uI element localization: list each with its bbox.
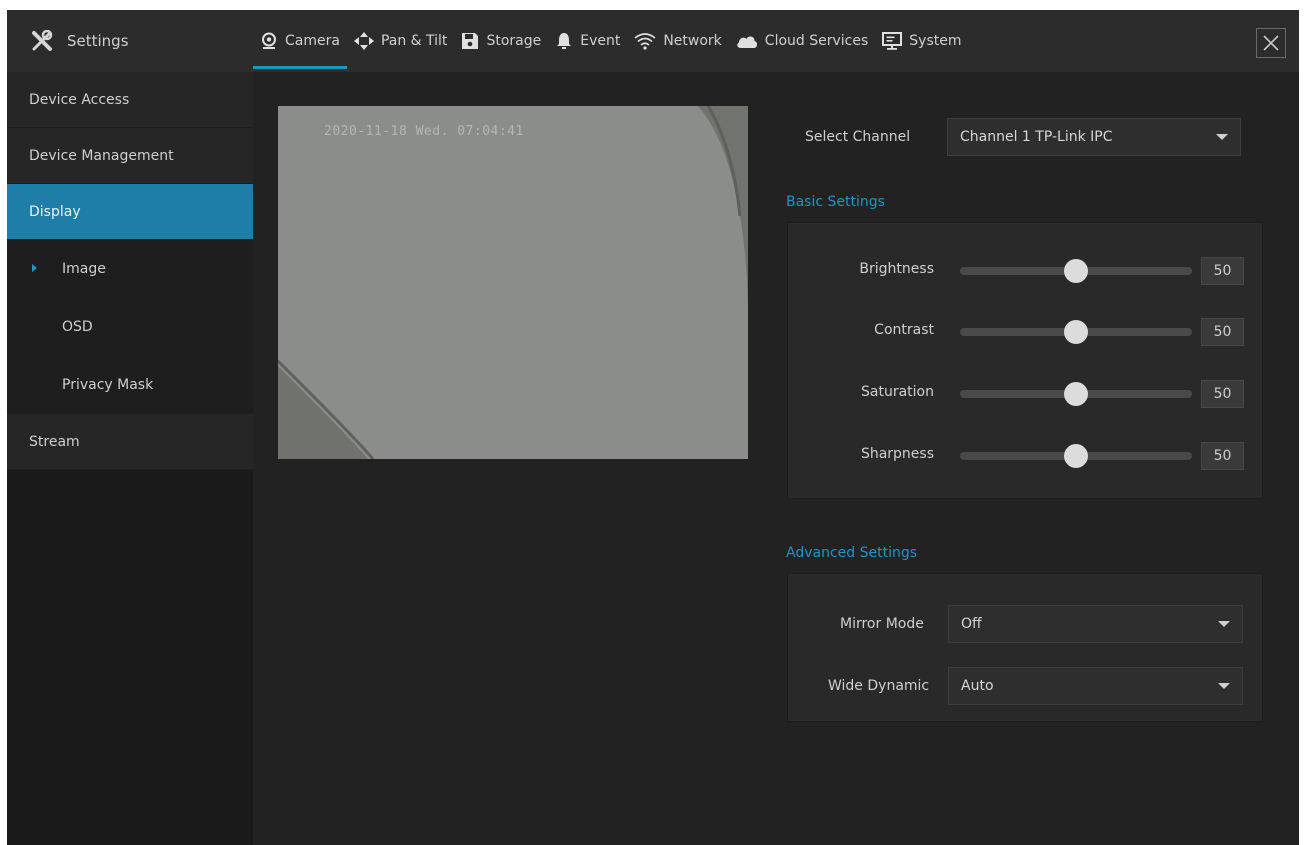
mirror-mode-select[interactable]: Off — [948, 605, 1243, 643]
close-button[interactable] — [1256, 28, 1286, 58]
select-channel-label: Select Channel — [805, 129, 911, 145]
cloud-icon — [737, 36, 757, 48]
chevron-down-icon — [1216, 134, 1228, 140]
tab-label: Network — [663, 33, 722, 49]
sidebar-item-label: Stream — [29, 433, 80, 450]
tab-label: Storage — [486, 33, 542, 49]
tab-cloud-services[interactable]: Cloud Services — [729, 10, 875, 72]
pan-tilt-icon — [353, 32, 374, 50]
sidebar-item-label: Display — [29, 203, 81, 220]
basic-settings-title: Basic Settings — [786, 194, 885, 210]
sharpness-value[interactable]: 50 — [1201, 442, 1244, 470]
caret-right-icon — [32, 264, 37, 272]
chevron-down-icon — [1218, 683, 1230, 689]
tab-label: System — [909, 33, 962, 49]
sidebar-item-display[interactable]: Display — [7, 184, 253, 240]
sidebar-item-label: OSD — [62, 319, 93, 335]
sidebar-subitem-image[interactable]: Image — [7, 240, 253, 298]
tab-label: Camera — [285, 33, 340, 49]
saturation-value[interactable]: 50 — [1201, 380, 1244, 408]
wide-dynamic-value: Auto — [961, 678, 994, 694]
saturation-slider-thumb[interactable] — [1064, 382, 1088, 406]
tab-bar: Camera Pan & Tilt Storage Event Network … — [253, 10, 969, 72]
tab-camera[interactable]: Camera — [253, 10, 347, 72]
sidebar-item-device-management[interactable]: Device Management — [7, 128, 253, 184]
contrast-slider[interactable] — [960, 320, 1192, 344]
top-bar: Settings Camera Pan & Tilt Storage Event… — [7, 10, 1299, 72]
mirror-mode-label: Mirror Mode — [840, 616, 924, 632]
saturation-row: Saturation 50 — [788, 378, 1264, 408]
sidebar-item-label: Device Access — [29, 91, 130, 108]
sidebar-item-stream[interactable]: Stream — [7, 414, 253, 470]
sharpness-row: Sharpness 50 — [788, 440, 1264, 470]
sidebar-item-device-access[interactable]: Device Access — [7, 72, 253, 128]
sidebar-item-label: Privacy Mask — [62, 377, 154, 393]
mirror-mode-value: Off — [961, 616, 982, 632]
contrast-label: Contrast — [874, 322, 934, 338]
tab-event[interactable]: Event — [548, 10, 627, 72]
sharpness-label: Sharpness — [860, 446, 934, 462]
brightness-slider-thumb[interactable] — [1064, 259, 1088, 283]
brightness-slider[interactable] — [960, 259, 1192, 283]
sidebar-subitem-osd[interactable]: OSD — [7, 298, 253, 356]
sidebar-item-label: Image — [62, 261, 106, 277]
sidebar-item-label: Device Management — [29, 147, 174, 164]
basic-settings-panel: Brightness 50 Contrast 50 Saturation 50 — [787, 222, 1263, 499]
video-preview: 2020-11-18 Wed. 07:04:41 — [278, 106, 748, 459]
saturation-slider[interactable] — [960, 382, 1192, 406]
channel-select[interactable]: Channel 1 TP-Link IPC — [947, 118, 1241, 156]
sharpness-slider[interactable] — [960, 444, 1192, 468]
settings-title: Settings — [67, 32, 129, 50]
video-timestamp: 2020-11-18 Wed. 07:04:41 — [324, 124, 524, 139]
main-content: 2020-11-18 Wed. 07:04:41 Select Channel … — [253, 72, 1299, 845]
contrast-value[interactable]: 50 — [1201, 318, 1244, 346]
chevron-down-icon — [1218, 621, 1230, 627]
tab-label: Event — [580, 33, 621, 49]
tab-label: Cloud Services — [764, 33, 869, 49]
saturation-label: Saturation — [861, 384, 934, 400]
settings-header: Settings — [7, 10, 253, 72]
tab-storage[interactable]: Storage — [454, 10, 548, 72]
wifi-icon — [634, 33, 656, 50]
camera-feed-image — [278, 106, 748, 459]
brightness-value[interactable]: 50 — [1201, 257, 1244, 285]
brightness-row: Brightness 50 — [788, 255, 1264, 285]
brightness-label: Brightness — [859, 261, 934, 277]
contrast-slider-thumb[interactable] — [1064, 320, 1088, 344]
wide-dynamic-select[interactable]: Auto — [948, 667, 1243, 705]
contrast-row: Contrast 50 — [788, 316, 1264, 346]
sidebar: Device Access Device Management Display … — [7, 72, 253, 845]
tab-network[interactable]: Network — [627, 10, 728, 72]
close-icon — [1263, 35, 1279, 51]
tab-system[interactable]: System — [875, 10, 968, 72]
tab-label: Pan & Tilt — [380, 33, 448, 49]
tab-pan-tilt[interactable]: Pan & Tilt — [347, 10, 454, 72]
monitor-icon — [882, 32, 903, 50]
settings-window: Settings Camera Pan & Tilt Storage Event… — [7, 10, 1299, 845]
advanced-settings-panel: Mirror Mode Off Wide Dynamic Auto — [787, 573, 1263, 722]
channel-select-value: Channel 1 TP-Link IPC — [960, 129, 1113, 145]
advanced-settings-title: Advanced Settings — [786, 545, 918, 561]
sharpness-slider-thumb[interactable] — [1064, 444, 1088, 468]
sidebar-subitem-privacy-mask[interactable]: Privacy Mask — [7, 356, 253, 414]
wide-dynamic-label: Wide Dynamic — [828, 678, 930, 694]
storage-icon — [462, 33, 479, 49]
tools-icon — [32, 30, 53, 51]
bell-icon — [557, 33, 572, 49]
camera-icon — [262, 32, 276, 49]
